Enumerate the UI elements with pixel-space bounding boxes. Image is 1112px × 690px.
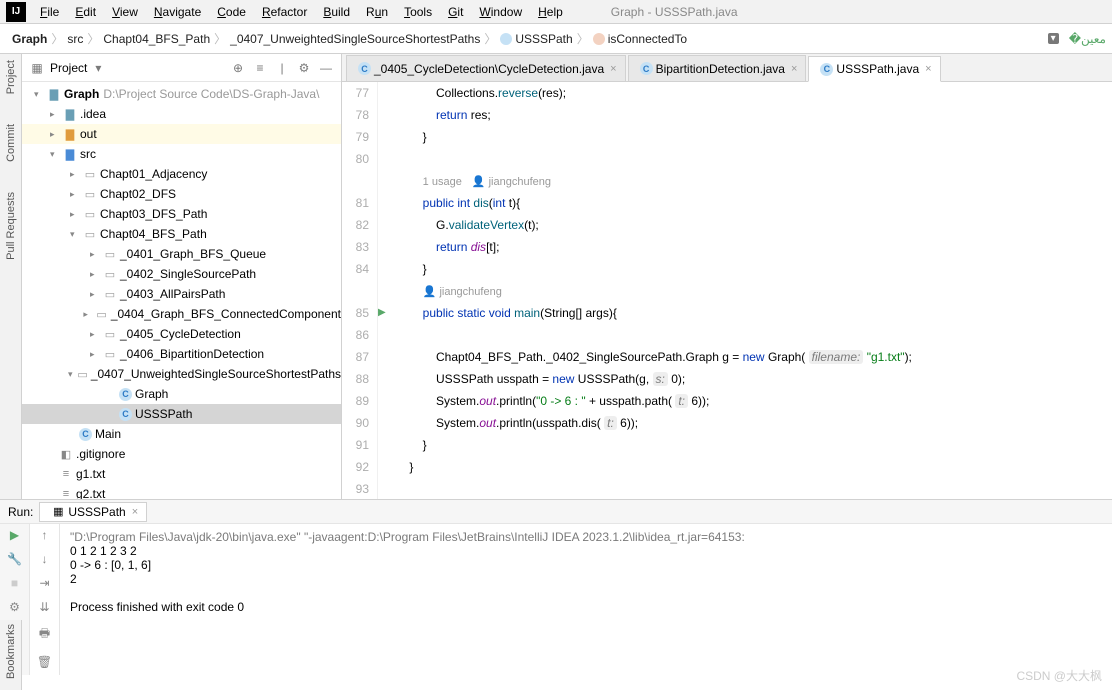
main-menu: File Edit View Navigate Code Refactor Bu… — [32, 2, 571, 22]
dump-icon[interactable]: ⚙ — [9, 600, 20, 614]
divider-icon: | — [274, 60, 290, 76]
menu-navigate[interactable]: Navigate — [146, 2, 209, 22]
tree-sub-2[interactable]: ▸▭_0402_SingleSourcePath — [22, 264, 341, 284]
tree-sub-3[interactable]: ▸▭_0403_AllPairsPath — [22, 284, 341, 304]
main-layout: Project Commit Pull Requests ▦ Project ▾… — [0, 54, 1112, 499]
tree-src[interactable]: ▾▇src — [22, 144, 341, 164]
menu-file[interactable]: File — [32, 2, 67, 22]
tab-cycledetection[interactable]: C_0405_CycleDetection\CycleDetection.jav… — [346, 55, 626, 81]
project-panel: ▦ Project ▾ ⊕ ≡ | ⚙ — ▾▇GraphD:\Project … — [22, 54, 342, 499]
menu-edit[interactable]: Edit — [67, 2, 104, 22]
tree-g2[interactable]: ≡g2.txt — [22, 484, 341, 499]
run-tab[interactable]: ▦USSSPath× — [39, 502, 147, 522]
search-icon[interactable]: �معين — [1069, 32, 1106, 46]
watermark: CSDN @大大枫 — [1016, 667, 1102, 684]
tree-g1[interactable]: ≡g1.txt — [22, 464, 341, 484]
menu-tools[interactable]: Tools — [396, 2, 440, 22]
dropdown-icon[interactable]: ▾ — [90, 60, 106, 76]
menu-view[interactable]: View — [104, 2, 146, 22]
close-icon[interactable]: × — [925, 63, 931, 75]
close-icon[interactable]: × — [610, 63, 616, 75]
stop-icon[interactable]: ■ — [11, 576, 18, 590]
run-toolbar-right: ↑ ↓ ⇥ ⇊ 🖶 🗑 — [30, 524, 60, 675]
editor: C_0405_CycleDetection\CycleDetection.jav… — [342, 54, 1112, 499]
run-icon[interactable]: ▶ — [378, 302, 396, 324]
tree-main[interactable]: CMain — [22, 424, 341, 444]
tree-pkg-1[interactable]: ▸▭Chapt01_Adjacency — [22, 164, 341, 184]
expand-all-icon[interactable]: ≡ — [252, 60, 268, 76]
config-icon[interactable]: 🔧 — [7, 552, 22, 566]
console-output[interactable]: "D:\Program Files\Java\jdk-20\bin\java.e… — [60, 524, 1112, 675]
select-opened-icon[interactable]: ⊕ — [230, 60, 246, 76]
project-panel-title: Project — [50, 61, 87, 75]
scroll-icon[interactable]: ⇊ — [39, 600, 49, 614]
tree-sub-1[interactable]: ▸▭_0401_Graph_BFS_Queue — [22, 244, 341, 264]
print-icon[interactable]: 🖶 — [39, 624, 50, 645]
code-content[interactable]: Collections.reverse(res); return res; } … — [396, 82, 1112, 499]
tool-commit[interactable]: Commit — [5, 124, 17, 162]
tab-ussspath[interactable]: CUSSSPath.java× — [808, 56, 940, 82]
menu-help[interactable]: Help — [530, 2, 571, 22]
run-label: Run: — [8, 505, 33, 519]
bottom-tool-strip: Bookmarks — [0, 620, 22, 690]
close-icon[interactable]: × — [791, 63, 797, 75]
tool-project[interactable]: Project — [5, 60, 17, 94]
crumb-pkg[interactable]: Chapt04_BFS_Path — [97, 30, 216, 48]
tree-pkg-3[interactable]: ▸▭Chapt03_DFS_Path — [22, 204, 341, 224]
app-logo: IJ — [6, 2, 26, 22]
editor-tabs: C_0405_CycleDetection\CycleDetection.jav… — [342, 54, 1112, 82]
menu-git[interactable]: Git — [440, 2, 471, 22]
menu-run[interactable]: Run — [358, 2, 396, 22]
project-panel-header: ▦ Project ▾ ⊕ ≡ | ⚙ — — [22, 54, 341, 82]
close-icon[interactable]: × — [132, 506, 138, 518]
tree-idea[interactable]: ▸▇.idea — [22, 104, 341, 124]
navigation-bar: Graph〉 src〉 Chapt04_BFS_Path〉 _0407_Unwe… — [0, 24, 1112, 54]
tree-pkg-2[interactable]: ▸▭Chapt02_DFS — [22, 184, 341, 204]
menu-window[interactable]: Window — [471, 2, 530, 22]
rerun-icon[interactable]: ▶ — [10, 528, 19, 542]
tree-pkg-4[interactable]: ▾▭Chapt04_BFS_Path — [22, 224, 341, 244]
tree-sub-4[interactable]: ▸▭_0404_Graph_BFS_ConnectedComponent — [22, 304, 341, 324]
crumb-subpkg[interactable]: _0407_UnweightedSingleSourceShortestPath… — [224, 30, 486, 48]
tree-class-ussspath[interactable]: CUSSSPath — [22, 404, 341, 424]
tree-sub-6[interactable]: ▸▭_0406_BipartitionDetection — [22, 344, 341, 364]
down-icon[interactable]: ↓ — [42, 552, 48, 566]
crumb-method[interactable]: isConnectedTo — [587, 30, 693, 48]
tree-sub-5[interactable]: ▸▭_0405_CycleDetection — [22, 324, 341, 344]
tool-pull-requests[interactable]: Pull Requests — [5, 192, 17, 260]
line-numbers: 77787980 81828384 858687888990919293 — [342, 82, 378, 499]
code-area[interactable]: 77787980 81828384 858687888990919293 ▶ C… — [342, 82, 1112, 499]
project-view-icon[interactable]: ▦ — [29, 60, 45, 76]
window-title: Graph - USSSPath.java — [611, 5, 738, 19]
run-panel: Run: ▦USSSPath× ▶ 🔧 ■ ⚙ 📷 ▣ ↑ ↓ ⇥ ⇊ 🖶 🗑 … — [0, 499, 1112, 675]
hide-icon[interactable]: — — [318, 60, 334, 76]
tab-bipartition[interactable]: CBipartitionDetection.java× — [628, 55, 807, 81]
tree-class-graph[interactable]: CGraph — [22, 384, 341, 404]
menu-build[interactable]: Build — [315, 2, 358, 22]
settings-icon[interactable]: ⚙ — [296, 60, 312, 76]
run-gutter: ▶ — [378, 82, 396, 499]
tree-root[interactable]: ▾▇GraphD:\Project Source Code\DS-Graph-J… — [22, 84, 341, 104]
crumb-class[interactable]: USSSPath — [494, 30, 578, 48]
title-bar: IJ File Edit View Navigate Code Refactor… — [0, 0, 1112, 24]
avatar-icon[interactable]: ▾ — [1048, 33, 1059, 44]
tree-sub-7[interactable]: ▾▭_0407_UnweightedSingleSourceShortestPa… — [22, 364, 341, 384]
run-panel-header: Run: ▦USSSPath× — [0, 500, 1112, 524]
left-tool-strip: Project Commit Pull Requests — [0, 54, 22, 499]
trash-icon[interactable]: 🗑 — [37, 655, 52, 669]
up-icon[interactable]: ↑ — [42, 528, 48, 542]
menu-refactor[interactable]: Refactor — [254, 2, 315, 22]
tool-bookmarks[interactable]: Bookmarks — [5, 624, 17, 679]
project-tree: ▾▇GraphD:\Project Source Code\DS-Graph-J… — [22, 82, 341, 499]
menu-code[interactable]: Code — [209, 2, 254, 22]
crumb-src[interactable]: src — [61, 30, 89, 48]
tree-out[interactable]: ▸▇out — [22, 124, 341, 144]
crumb-graph[interactable]: Graph — [6, 30, 53, 48]
tree-gitignore[interactable]: ◧.gitignore — [22, 444, 341, 464]
softwrap-icon[interactable]: ⇥ — [39, 576, 49, 590]
